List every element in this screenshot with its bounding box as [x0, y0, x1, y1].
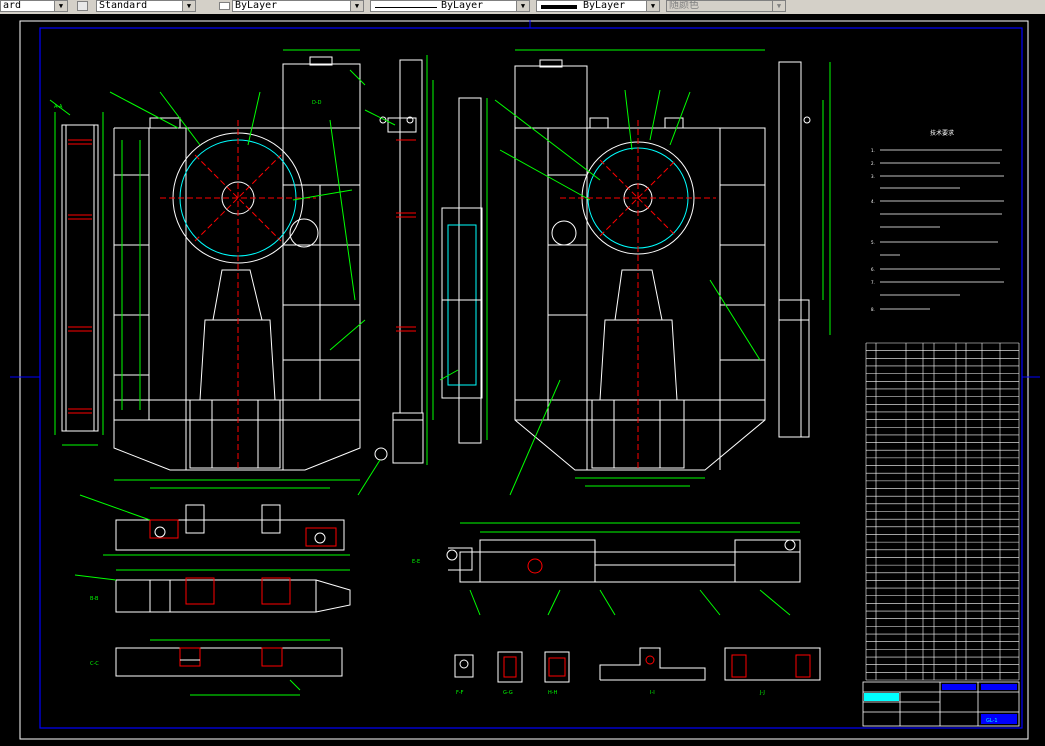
linetype-combo-value: ByLayer [441, 0, 484, 11]
textstyle-combo-value: Standard [99, 0, 148, 11]
drawing-number: GL-1 [986, 718, 998, 724]
lineweight-combo-value: ByLayer [583, 0, 626, 11]
section-label-cc: C-C [90, 661, 99, 667]
view-dd-strip [439, 97, 488, 444]
section-label-ii: I-I [650, 690, 655, 696]
plotstyle-combo[interactable]: 随颜色 ▼ [666, 0, 786, 12]
textstyle-combo[interactable]: Standard ▼ [96, 0, 196, 12]
sheet-outer-border [19, 20, 1029, 740]
view-bottom-plan-1 [79, 494, 350, 556]
section-label-hh: H-H [548, 690, 558, 696]
color-combo[interactable]: ByLayer ▼ [232, 0, 364, 12]
detail-views [454, 647, 821, 683]
view-bb [74, 569, 351, 613]
sheet-inner-border [39, 27, 1023, 729]
chevron-down-icon[interactable]: ▼ [182, 1, 195, 11]
section-label-ee: E-E [412, 559, 420, 565]
chevron-down-icon[interactable]: ▼ [516, 1, 529, 11]
lineweight-combo[interactable]: ByLayer ▼ [536, 0, 660, 12]
note-1: 1. [871, 148, 875, 153]
notes-title: 技术要求 [930, 129, 954, 137]
note-4: 4. [871, 199, 875, 204]
linetype-combo[interactable]: ByLayer ▼ [370, 0, 530, 12]
view-cc [115, 639, 343, 696]
lineweight-preview-icon [541, 5, 577, 9]
section-label-aa: A-A [54, 104, 63, 110]
note-3: 3. [871, 174, 875, 179]
view-front-left [109, 49, 366, 489]
properties-toolbar: ard ▼ Standard ▼ ByLayer ▼ ByLayer ▼ ByL… [0, 0, 1045, 15]
view-front-right [494, 49, 766, 496]
color-combo-value: ByLayer [235, 0, 278, 11]
note-6: 6. [871, 267, 875, 272]
color-swatch-icon [219, 2, 230, 10]
layer-combo[interactable]: ard ▼ [0, 0, 68, 12]
chevron-down-icon[interactable]: ▼ [646, 1, 659, 11]
view-side-right [778, 61, 831, 438]
view-ee [446, 522, 801, 616]
view-side-narrow [357, 55, 434, 496]
section-label-gg: G-G [503, 690, 513, 696]
section-label-jj: J-J [759, 690, 765, 696]
note-5: 5. [871, 240, 875, 245]
cad-drawing: A-A D-D 技术要求 1. 2. 3. 4. 5. 6. 7. 8. GL-… [10, 20, 1040, 740]
note-2: 2. [871, 161, 875, 166]
section-label-bb: B-B [90, 596, 99, 602]
parts-list-table [865, 342, 1020, 681]
note-8: 8. [871, 307, 875, 312]
layer-combo-value: ard [3, 0, 22, 11]
note-7: 7. [871, 280, 875, 285]
section-label-ff: F-F [456, 690, 464, 696]
plotstyle-combo-value: 随颜色 [669, 0, 699, 11]
section-label-dd: D-D [312, 100, 322, 106]
text-style-icon[interactable] [77, 1, 88, 11]
linetype-preview-icon [375, 7, 437, 8]
chevron-down-icon[interactable]: ▼ [350, 1, 363, 11]
technical-notes: 技术要求 1. 2. 3. 4. 5. 6. 7. 8. [871, 129, 1004, 312]
chevron-down-icon[interactable]: ▼ [54, 1, 67, 11]
view-aa [49, 99, 104, 446]
drawing-canvas[interactable]: A-A D-D 技术要求 1. 2. 3. 4. 5. 6. 7. 8. GL-… [0, 14, 1045, 742]
chevron-down-icon[interactable]: ▼ [772, 1, 785, 11]
